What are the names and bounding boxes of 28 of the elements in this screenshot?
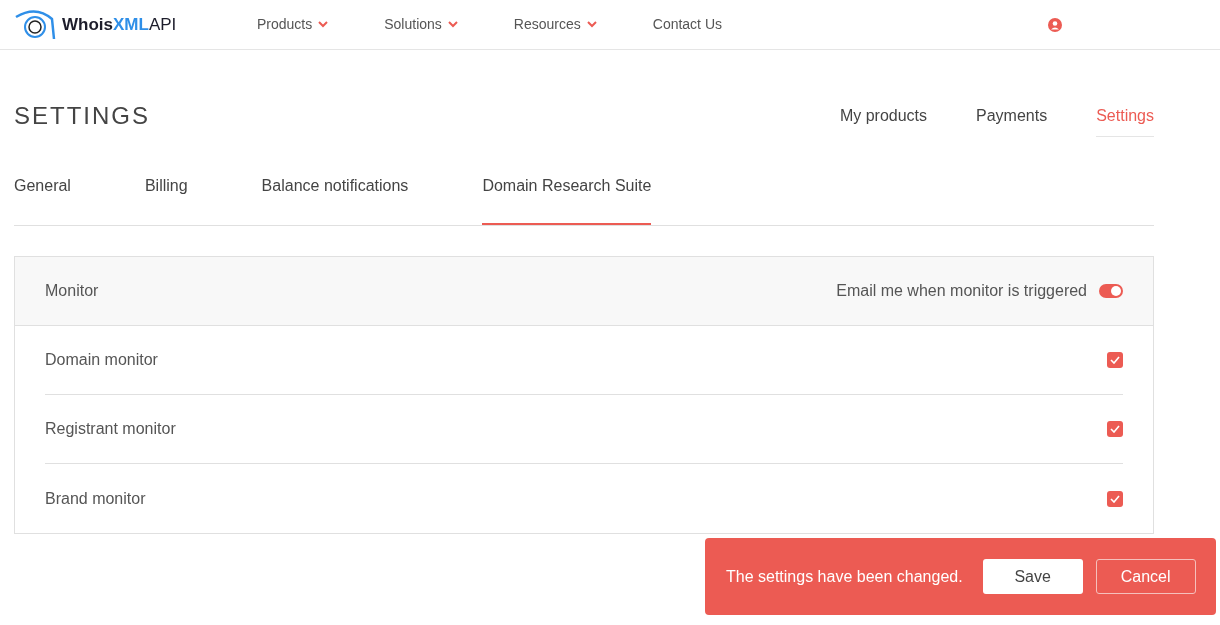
logo-text[interactable]: WhoisXMLAPI [62,11,177,38]
monitor-label: Domain monitor [45,350,158,370]
section-tab[interactable]: Balance notifications [261,174,409,225]
nav-link[interactable]: Contact Us [652,14,722,35]
page-tab[interactable]: Payments [976,103,1048,137]
logo-icon [14,8,58,41]
user-icon[interactable] [1048,17,1062,32]
nav-link[interactable]: Products [257,14,329,35]
panel-title: Monitor [45,281,99,301]
email-toggle[interactable] [1099,284,1123,298]
save-button[interactable]: Save [982,559,1083,594]
monitor-label: Registrant monitor [45,419,176,439]
nav-link[interactable]: Solutions [384,14,458,35]
page-title: SETTINGS [14,101,150,131]
toggle-label: Email me when monitor is triggered [836,281,1087,301]
checkmark-icon [1110,356,1120,364]
checkmark-icon [1110,425,1120,433]
section-tab[interactable]: General [14,174,71,225]
monitor-checkbox[interactable] [1107,421,1123,437]
nav-link[interactable]: Resources [513,14,597,35]
page-tab[interactable]: My products [839,103,928,137]
section-tab[interactable]: Domain Research Suite [482,174,652,225]
monitor-checkbox[interactable] [1107,352,1123,368]
notice-message: The settings have been changed. [726,566,963,587]
section-tab[interactable]: Billing [144,174,188,225]
checkmark-icon [1110,494,1120,503]
monitor-checkbox[interactable] [1107,490,1123,507]
monitor-label: Brand monitor [45,488,146,509]
